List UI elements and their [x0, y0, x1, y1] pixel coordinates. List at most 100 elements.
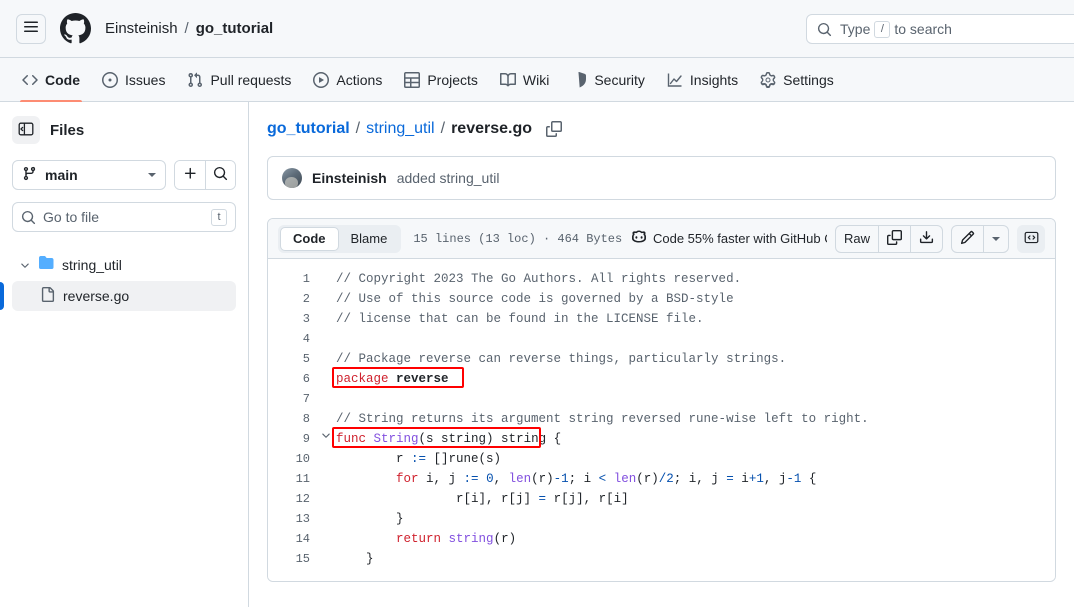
commit-message[interactable]: added string_util [397, 170, 500, 186]
sidebar-collapse-button[interactable] [12, 116, 40, 144]
raw-button[interactable]: Raw [836, 226, 878, 252]
code-fold-toggle[interactable] [316, 429, 336, 441]
search-icon [817, 22, 832, 37]
line-number[interactable]: 4 [268, 329, 316, 349]
play-icon [313, 71, 330, 88]
code-lines-container: 1 // Copyright 2023 The Go Authors. All r… [268, 269, 1055, 569]
tab-actions-label: Actions [336, 71, 383, 88]
go-to-file-input[interactable]: Go to file t [12, 202, 236, 232]
branch-name-label: main [45, 167, 78, 183]
code-line: 12 r[i], r[j] = r[j], r[i] [268, 489, 1055, 509]
copilot-promo-text: Code 55% faster with GitHub C [652, 231, 827, 246]
code-line: 1 // Copyright 2023 The Go Authors. All r… [268, 269, 1055, 289]
user-avatar [282, 168, 302, 188]
line-number[interactable]: 12 [268, 489, 316, 509]
gear-icon [760, 71, 776, 88]
chevron-down-icon [992, 236, 1000, 241]
file-tree-sidebar: Files main Go to file t string_util reve… [0, 102, 249, 607]
tab-wiki-label: Wiki [522, 71, 550, 88]
git-branch-icon [22, 166, 37, 184]
copy-raw-button[interactable] [878, 225, 910, 252]
copilot-promo[interactable]: Code 55% faster with GitHub C [631, 229, 827, 248]
toolbar-tab-blame[interactable]: Blame [339, 227, 400, 251]
tree-file-reverse-go[interactable]: reverse.go [0, 281, 236, 311]
header-breadcrumb-separator: / [184, 20, 189, 37]
search-placeholder-before: Type [840, 21, 871, 37]
file-viewer-card: Code Blame 15 lines (13 loc) · 464 Bytes… [267, 218, 1056, 582]
header-repo-link[interactable]: go_tutorial [196, 20, 274, 37]
code-content: 1 // Copyright 2023 The Go Authors. All r… [268, 259, 1055, 581]
code-line: 11 for i, j := 0, len(r)-1; i < len(r)/2… [268, 469, 1055, 489]
edit-file-button[interactable] [952, 226, 983, 252]
copy-path-icon[interactable] [546, 121, 562, 137]
code-line: 9 func String(s string) string { [268, 429, 1055, 449]
line-number[interactable]: 14 [268, 529, 316, 549]
breadcrumb-separator: / [440, 120, 446, 137]
search-files-button[interactable] [205, 161, 235, 189]
tab-projects-label: Projects [427, 71, 478, 88]
edit-actions-group [951, 224, 1009, 253]
line-number[interactable]: 3 [268, 309, 316, 329]
file-toolbar-actions: Code 55% faster with GitHub C Raw [631, 219, 1045, 258]
tree-folder-string-util[interactable]: string_util [12, 250, 236, 279]
hamburger-menu-button[interactable] [16, 13, 46, 44]
line-number[interactable]: 8 [268, 409, 316, 429]
line-number[interactable]: 6 [268, 369, 316, 389]
code-symbols-button[interactable] [1017, 224, 1045, 253]
header-owner-link[interactable]: Einsteinish [105, 20, 178, 37]
tab-security[interactable]: Security [561, 58, 655, 101]
repository-nav: Code Issues Pull requests Actions Projec… [0, 58, 1074, 102]
code-line-text: func String(s string) string { [336, 432, 562, 446]
breadcrumb-repo-link[interactable]: go_tutorial [267, 120, 350, 138]
download-raw-button[interactable] [910, 225, 942, 252]
code-line-text: return string(r) [396, 532, 517, 546]
book-icon [499, 72, 516, 88]
code-line: 6 package reverse [268, 369, 1055, 389]
tab-issues[interactable]: Issues [92, 58, 175, 101]
code-line: 2 // Use of this source code is governed … [268, 289, 1055, 309]
sidebar-actions-group [174, 160, 236, 190]
code-line-text: package reverse [336, 372, 449, 386]
tab-insights[interactable]: Insights [657, 58, 748, 101]
toolbar-tab-code[interactable]: Code [280, 226, 339, 251]
branch-selector[interactable]: main [12, 160, 166, 190]
tab-projects[interactable]: Projects [394, 58, 488, 101]
file-tree: string_util reverse.go [0, 250, 236, 311]
code-blame-toggle: Code Blame [278, 224, 402, 253]
search-icon [21, 210, 36, 225]
github-logo-icon[interactable] [60, 13, 91, 44]
page-body: Files main Go to file t string_util reve… [0, 102, 1074, 607]
line-number[interactable]: 10 [268, 449, 316, 469]
tab-wiki[interactable]: Wiki [490, 58, 559, 101]
main-content: go_tutorial / string_util / reverse.go E… [249, 102, 1074, 607]
tab-actions[interactable]: Actions [303, 58, 392, 101]
code-line-text: // Use of this source code is governed b… [336, 292, 734, 306]
code-line-text: // Copyright 2023 The Go Authors. All ri… [336, 272, 742, 286]
code-line-text: r[i], r[j] = r[j], r[i] [336, 492, 629, 506]
code-line-text: } [336, 552, 374, 566]
copilot-icon [631, 229, 647, 248]
tab-settings[interactable]: Settings [750, 58, 844, 101]
global-search-input[interactable]: Type / to search [806, 14, 1074, 44]
line-number[interactable]: 2 [268, 289, 316, 309]
line-number[interactable]: 13 [268, 509, 316, 529]
line-number[interactable]: 1 [268, 269, 316, 289]
breadcrumb-file-name: reverse.go [451, 120, 532, 137]
branch-controls-row: main [12, 160, 236, 190]
code-line: 13 } [268, 509, 1055, 529]
line-number[interactable]: 9 [268, 429, 316, 449]
latest-commit-bar: Einsteinish added string_util [267, 156, 1056, 200]
edit-dropdown-button[interactable] [983, 225, 1008, 252]
line-number[interactable]: 15 [268, 549, 316, 569]
code-line: 10 r := []rune(s) [268, 449, 1055, 469]
code-line-text: } [336, 512, 404, 526]
commit-author-name[interactable]: Einsteinish [312, 170, 387, 186]
tab-pull-requests[interactable]: Pull requests [177, 58, 301, 101]
line-number[interactable]: 5 [268, 349, 316, 369]
add-file-button[interactable] [175, 161, 205, 189]
tab-code[interactable]: Code [12, 58, 90, 102]
breadcrumb-dir-link[interactable]: string_util [366, 120, 434, 138]
line-number[interactable]: 11 [268, 469, 316, 489]
download-icon [919, 230, 934, 248]
line-number[interactable]: 7 [268, 389, 316, 409]
